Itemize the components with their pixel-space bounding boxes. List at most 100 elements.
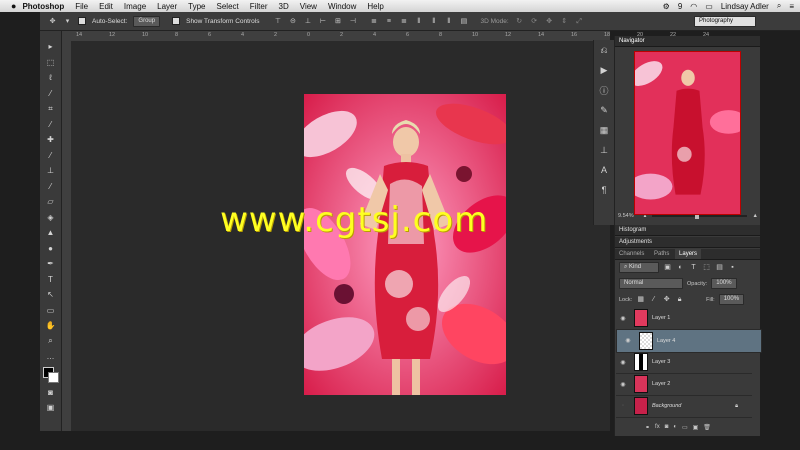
info-icon[interactable]: ⓘ — [594, 80, 614, 100]
layer-row[interactable]: ▫ Background 🔒︎ — [616, 395, 752, 418]
filter-shape-icon[interactable]: ⬚ — [702, 263, 711, 272]
lock-transparent-icon[interactable]: ▦ — [636, 295, 645, 304]
menu-help[interactable]: Help — [367, 2, 383, 11]
align-middle-icon[interactable]: ⊝ — [288, 17, 297, 26]
clone-stamp-tool-icon[interactable]: ⊥ — [40, 163, 61, 179]
menu-edit[interactable]: Edit — [99, 2, 113, 11]
shape-tool-icon[interactable]: ▭ — [40, 303, 61, 319]
menu-select[interactable]: Select — [217, 2, 239, 11]
brush-presets-icon[interactable]: ✎ — [594, 100, 614, 120]
distribute-middle-icon[interactable]: ≡ — [384, 17, 393, 26]
auto-align-icon[interactable]: ▤ — [459, 17, 468, 26]
user-name[interactable]: Lindsay Adler — [721, 2, 769, 11]
layer-name[interactable]: Layer 1 — [652, 315, 670, 321]
3d-slide-icon[interactable]: ⇕ — [560, 17, 569, 26]
wifi-icon[interactable]: ◠ — [690, 2, 697, 11]
color-swatches-icon[interactable] — [40, 365, 61, 385]
document-canvas[interactable] — [304, 94, 506, 395]
blend-mode-select[interactable]: Normal — [619, 278, 683, 289]
history-brush-tool-icon[interactable]: ⁄ — [40, 179, 61, 195]
3d-scale-icon[interactable]: ⤢ — [575, 17, 584, 26]
move-tool-icon[interactable]: ✥ — [48, 17, 57, 26]
visibility-eye-icon[interactable]: ◉ — [616, 359, 630, 366]
battery-icon[interactable]: ▭ — [705, 2, 713, 11]
actions-icon[interactable]: ▶ — [594, 60, 614, 80]
layer-name[interactable]: Layer 3 — [652, 359, 670, 365]
auto-select-checkbox[interactable] — [78, 17, 86, 25]
gear-icon[interactable]: ⚙ — [663, 2, 670, 11]
tab-channels[interactable]: Channels — [615, 249, 648, 259]
align-right-icon[interactable]: ⊣ — [348, 17, 357, 26]
adjustments-header[interactable]: Adjustments — [615, 237, 760, 248]
group-icon[interactable]: ▭ — [682, 424, 688, 431]
lasso-tool-icon[interactable]: ℓ — [40, 70, 61, 86]
path-select-tool-icon[interactable]: ↖ — [40, 287, 61, 303]
workspace-select[interactable]: Photography — [694, 15, 756, 27]
layer-row[interactable]: ◉ Layer 1 — [616, 307, 752, 330]
show-transform-checkbox[interactable] — [172, 17, 181, 25]
align-center-icon[interactable]: ⊞ — [333, 17, 342, 26]
blur-tool-icon[interactable]: ▲ — [40, 225, 61, 241]
visibility-eye-icon[interactable]: ◉ — [621, 337, 635, 346]
paint-bucket-tool-icon[interactable]: ◈ — [40, 210, 61, 226]
link-icon[interactable]: ⚭ — [645, 424, 650, 431]
app-name[interactable]: Photoshop — [22, 2, 64, 11]
visibility-off-icon[interactable]: ▫ — [616, 403, 630, 409]
histogram-header[interactable]: Histogram — [615, 225, 760, 236]
layer-name[interactable]: Background — [652, 403, 681, 409]
mask-icon[interactable]: ◙ — [665, 424, 669, 431]
lock-position-icon[interactable]: ✥ — [662, 295, 671, 304]
extra-tools-icon[interactable]: … — [40, 349, 61, 365]
character-icon[interactable]: A — [594, 160, 614, 180]
group-select[interactable]: Group — [133, 15, 161, 27]
distribute-right-icon[interactable]: ⦀ — [444, 17, 453, 26]
filter-type-icon[interactable]: T — [689, 263, 698, 272]
distribute-bottom-icon[interactable]: ≣ — [399, 17, 408, 26]
filter-toggle-icon[interactable]: ▪ — [728, 263, 737, 272]
menu-layer[interactable]: Layer — [157, 2, 177, 11]
tool-presets-icon[interactable]: ⊥ — [594, 140, 614, 160]
menu-window[interactable]: Window — [328, 2, 356, 11]
zoom-slider[interactable] — [652, 212, 747, 219]
screen-mode-icon[interactable]: ▣ — [40, 400, 61, 416]
layer-row[interactable]: ◉ Layer 3 — [616, 351, 752, 374]
quick-select-tool-icon[interactable]: ⁄ — [40, 86, 61, 102]
eraser-tool-icon[interactable]: ▱ — [40, 194, 61, 210]
hand-tool-icon[interactable]: ✋ — [40, 318, 61, 334]
move-tool-icon[interactable]: ▸ — [40, 39, 61, 55]
distribute-left-icon[interactable]: ⦀ — [414, 17, 423, 26]
menu-view[interactable]: View — [300, 2, 317, 11]
type-tool-icon[interactable]: T — [40, 272, 61, 288]
distribute-top-icon[interactable]: ≣ — [369, 17, 378, 26]
eyedropper-tool-icon[interactable]: ⁄ — [40, 117, 61, 133]
new-layer-icon[interactable]: ▣ — [693, 424, 699, 431]
marquee-tool-icon[interactable]: ⬚ — [40, 55, 61, 71]
list-icon[interactable]: ≡ — [789, 2, 794, 11]
zoom-in-icon[interactable]: ▲ — [753, 213, 758, 219]
trash-icon[interactable]: 🗑︎ — [703, 424, 711, 431]
layer-name[interactable]: Layer 2 — [652, 381, 670, 387]
3d-roll-icon[interactable]: ⟳ — [530, 17, 539, 26]
menu-file[interactable]: File — [75, 2, 88, 11]
3d-pan-icon[interactable]: ✥ — [545, 17, 554, 26]
kind-select[interactable]: ⌕ Kind — [619, 262, 659, 273]
tab-paths[interactable]: Paths — [650, 249, 673, 259]
layer-row-selected[interactable]: ◉ Layer 4 — [616, 329, 762, 353]
zoom-tool-icon[interactable]: ⌕ — [40, 334, 61, 350]
dodge-tool-icon[interactable]: ● — [40, 241, 61, 257]
align-left-icon[interactable]: ⊢ — [318, 17, 327, 26]
fill-input[interactable]: 100% — [718, 294, 745, 305]
tab-layers[interactable]: Layers — [675, 249, 702, 259]
3d-rotate-icon[interactable]: ↻ — [515, 17, 524, 26]
menu-type[interactable]: Type — [188, 2, 205, 11]
lock-pixels-icon[interactable]: ⁄ — [649, 295, 658, 304]
filter-smart-icon[interactable]: ▤ — [715, 263, 724, 272]
chevron-down-icon[interactable]: ▾ — [63, 17, 72, 26]
apple-icon[interactable]: ● — [11, 1, 16, 11]
filter-pixel-icon[interactable]: ▣ — [663, 263, 672, 272]
navigator-preview[interactable] — [634, 51, 741, 215]
menu-image[interactable]: Image — [124, 2, 146, 11]
visibility-eye-icon[interactable]: ◉ — [616, 315, 630, 322]
opacity-input[interactable]: 100% — [711, 278, 737, 289]
crop-tool-icon[interactable]: ⌗ — [40, 101, 61, 117]
